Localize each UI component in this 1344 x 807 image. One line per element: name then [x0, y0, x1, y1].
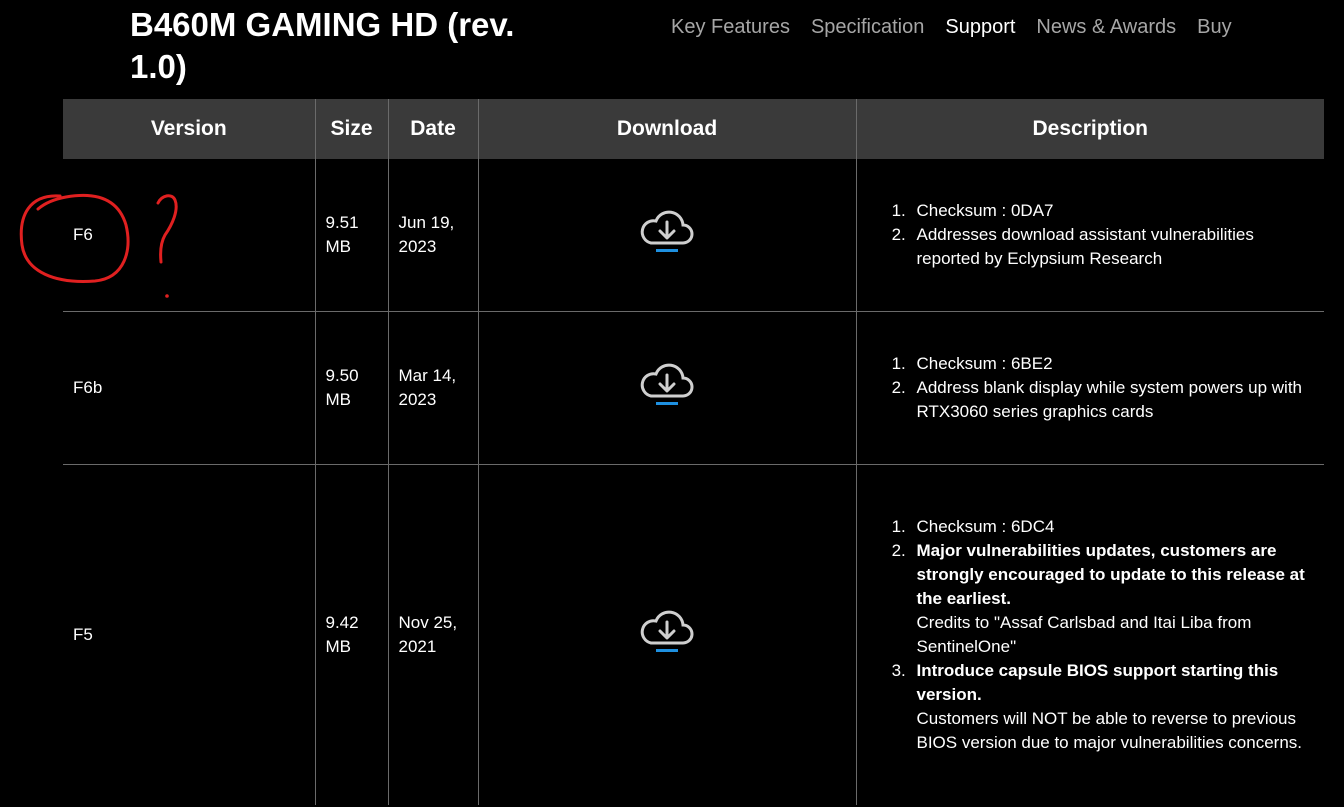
nav-specification[interactable]: Specification	[811, 14, 924, 40]
table-header-row: Version Size Date Download Description	[63, 99, 1324, 159]
page: B460M GAMING HD (rev. 1.0) Key Features …	[0, 0, 1344, 807]
description-note: Customers will NOT be able to reverse to…	[916, 709, 1303, 752]
nav-buy[interactable]: Buy	[1197, 14, 1231, 40]
description-cell: Checksum : 6BE2 Address blank display wh…	[855, 311, 1324, 465]
date-cell: Nov 25, 2021	[387, 464, 478, 805]
date-cell: Mar 14, 2023	[387, 311, 478, 465]
version-cell: F6b	[63, 311, 315, 465]
size-cell: 9.51 MB	[314, 159, 388, 312]
description-item: Checksum : 6DC4	[911, 515, 1315, 539]
download-cell	[477, 311, 856, 465]
col-header-size: Size	[314, 99, 388, 159]
table-row: F6 9.51 MB Jun 19, 2023 Checksum : 0DA7	[63, 159, 1324, 312]
table-row: F5 9.42 MB Nov 25, 2021 Checksum : 6DC4	[63, 464, 1324, 805]
download-cell	[477, 464, 856, 805]
product-title: B460M GAMING HD (rev. 1.0)	[130, 6, 515, 85]
nav-key-features[interactable]: Key Features	[671, 14, 790, 40]
table-row: F6b 9.50 MB Mar 14, 2023 Checksum : 6BE2	[63, 311, 1324, 465]
description-bold: Major vulnerabilities updates, customers…	[916, 541, 1305, 608]
bios-table: Version Size Date Download Description F…	[63, 99, 1324, 805]
col-header-download: Download	[477, 99, 856, 159]
description-item: Checksum : 0DA7	[911, 199, 1315, 223]
nav-news-awards[interactable]: News & Awards	[1036, 14, 1176, 40]
cloud-download-icon[interactable]	[639, 209, 695, 262]
description-bold: Introduce capsule BIOS support starting …	[916, 661, 1279, 704]
description-note: Credits to "Assaf Carlsbad and Itai Liba…	[916, 613, 1252, 656]
product-nav: Key Features Specification Support News …	[671, 14, 1253, 40]
version-cell: F6	[63, 159, 315, 312]
size-cell: 9.42 MB	[314, 464, 388, 805]
description-cell: Checksum : 6DC4 Major vulnerabilities up…	[855, 464, 1324, 805]
description-item: Addresses download assistant vulnerabili…	[911, 223, 1315, 271]
description-item: Major vulnerabilities updates, customers…	[911, 539, 1315, 659]
cloud-download-icon[interactable]	[639, 609, 695, 662]
description-cell: Checksum : 0DA7 Addresses download assis…	[855, 159, 1324, 312]
description-item: Checksum : 6BE2	[911, 352, 1315, 376]
nav-support[interactable]: Support	[945, 14, 1015, 40]
description-item: Address blank display while system power…	[911, 376, 1315, 424]
size-cell: 9.50 MB	[314, 311, 388, 465]
download-cell	[477, 159, 856, 312]
version-cell: F5	[73, 625, 93, 644]
description-item: Introduce capsule BIOS support starting …	[911, 659, 1315, 755]
date-cell: Jun 19, 2023	[387, 159, 478, 312]
col-header-date: Date	[387, 99, 478, 159]
cloud-download-icon[interactable]	[639, 362, 695, 415]
col-header-version: Version	[63, 99, 315, 159]
col-header-description: Description	[855, 99, 1324, 159]
